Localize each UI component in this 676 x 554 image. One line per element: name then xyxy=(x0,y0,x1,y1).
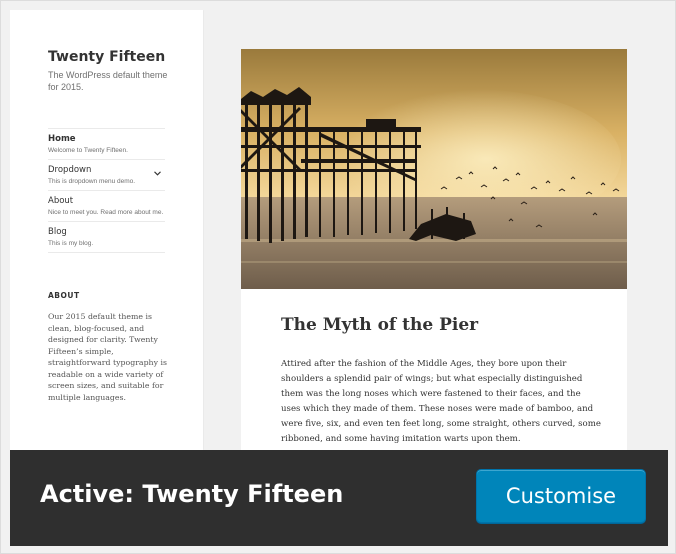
site-description: The WordPress default theme for 2015. xyxy=(48,70,168,92)
nav-item-label: About xyxy=(48,196,74,206)
nav-item-about: About Nice to meet you. Read more about … xyxy=(48,191,165,222)
preview-post: The Myth of the Pier Attired after the f… xyxy=(241,49,627,450)
nav-item-label: Home xyxy=(48,134,76,144)
featured-image-pier xyxy=(241,49,627,289)
widget-title: ABOUT xyxy=(48,291,80,300)
theme-card: Twenty Fifteen The WordPress default the… xyxy=(0,0,676,554)
customise-button[interactable]: Customise xyxy=(476,469,646,523)
nav-item-description: Nice to meet you. Read more about me. xyxy=(48,209,164,216)
nav-item-blog: Blog This is my blog. xyxy=(48,222,165,253)
nav-item-home: Home Welcome to Twenty Fifteen. xyxy=(48,129,165,160)
theme-name: Twenty Fifteen xyxy=(142,480,344,508)
active-theme-name: Active: Twenty Fifteen xyxy=(40,480,343,508)
theme-screenshot[interactable]: Twenty Fifteen The WordPress default the… xyxy=(10,10,668,450)
nav-item-description: Welcome to Twenty Fifteen. xyxy=(48,147,128,154)
nav-item-label: Blog xyxy=(48,227,67,237)
widget-text: Our 2015 default theme is clean, blog-fo… xyxy=(48,312,167,402)
post-title: The Myth of the Pier xyxy=(281,315,479,335)
theme-actions-bar: Active: Twenty Fifteen Customise xyxy=(10,450,668,546)
active-prefix: Active: xyxy=(40,480,135,508)
preview-nav-menu: Home Welcome to Twenty Fifteen. Dropdown… xyxy=(48,128,165,253)
nav-item-description: This is dropdown menu demo. xyxy=(48,178,136,185)
post-body: Attired after the fashion of the Middle … xyxy=(281,359,601,444)
theme-preview-sidebar: Twenty Fifteen The WordPress default the… xyxy=(10,10,203,450)
nav-item-dropdown: Dropdown This is dropdown menu demo. xyxy=(48,160,165,191)
chevron-down-icon xyxy=(154,169,161,178)
nav-item-label: Dropdown xyxy=(48,165,92,175)
nav-item-description: This is my blog. xyxy=(48,240,94,247)
site-title: Twenty Fifteen xyxy=(48,49,166,65)
